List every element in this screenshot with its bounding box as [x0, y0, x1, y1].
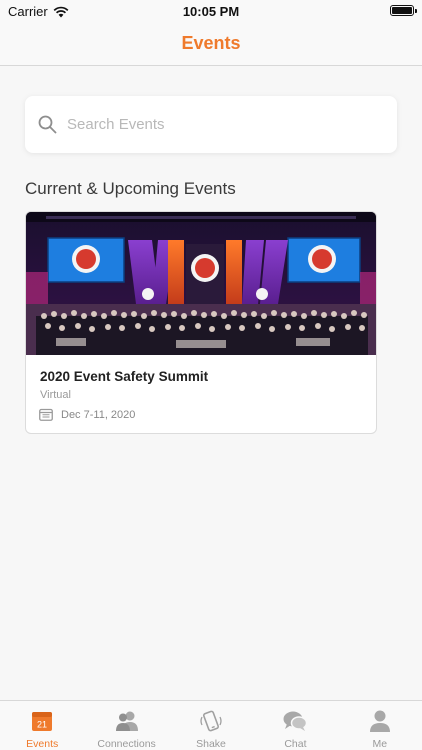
event-title: 2020 Event Safety Summit: [40, 369, 209, 384]
tab-label: Chat: [284, 738, 307, 750]
tab-connections[interactable]: Connections: [84, 701, 168, 750]
search-input[interactable]: [67, 116, 357, 133]
event-date: Dec 7-11, 2020: [61, 408, 136, 421]
tab-chat[interactable]: Chat: [253, 701, 337, 750]
tab-events[interactable]: 21 Events: [0, 701, 84, 750]
event-date-row: Dec 7-11, 2020: [39, 408, 135, 421]
page-title: Events: [181, 33, 241, 53]
tab-label: Events: [26, 738, 59, 750]
calendar-badge: 21: [37, 720, 47, 730]
clock: 10:05 PM: [182, 4, 240, 19]
tab-label: Shake: [196, 738, 226, 750]
tab-me[interactable]: Me: [338, 701, 422, 750]
shake-phone-icon: [200, 710, 222, 732]
battery-icon: [390, 5, 417, 16]
event-card[interactable]: 2020 Event Safety Summit Virtual Dec 7-1…: [25, 211, 377, 434]
navigation-bar: Events: [0, 22, 422, 66]
tab-bar: 21 Events Connections Shake Chat Me: [0, 700, 422, 750]
person-icon: [369, 710, 390, 732]
tab-label: Connections: [97, 738, 156, 750]
tab-label: Me: [372, 738, 388, 750]
calendar-icon: [39, 408, 53, 421]
tab-shake[interactable]: Shake: [169, 701, 253, 750]
event-location: Virtual: [40, 389, 71, 401]
event-image: [26, 212, 376, 355]
chat-icon: [283, 711, 308, 731]
people-icon: [115, 711, 138, 731]
search-icon: [38, 115, 57, 134]
calendar-icon: 21: [32, 712, 53, 731]
section-title: Current & Upcoming Events: [25, 179, 236, 198]
search-bar[interactable]: [25, 96, 397, 153]
status-bar: Carrier 10:05 PM: [0, 0, 422, 22]
